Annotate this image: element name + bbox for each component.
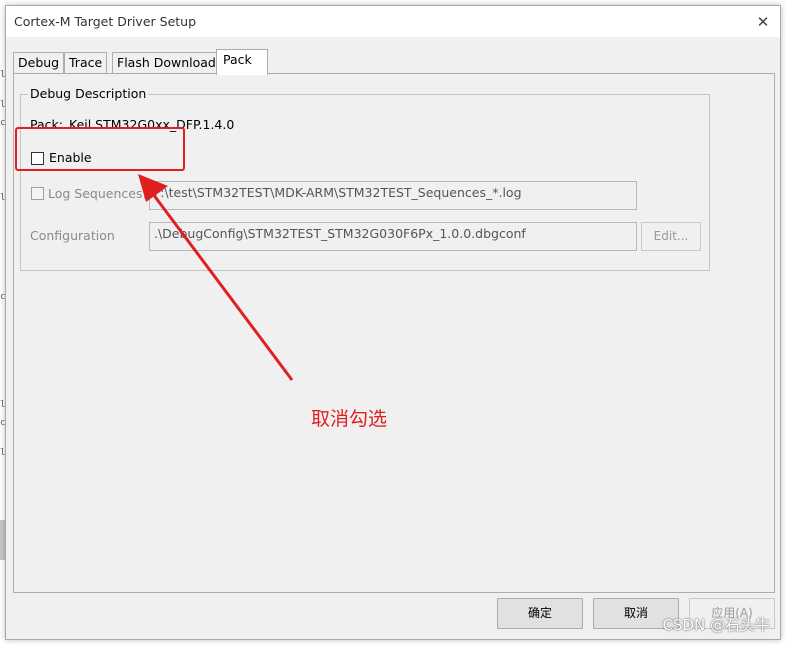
title-bar: Cortex-M Target Driver Setup ✕ xyxy=(6,6,780,37)
tab-flash-download[interactable]: Flash Download xyxy=(112,52,221,74)
tab-trace[interactable]: Trace xyxy=(64,52,108,74)
annotation-text: 取消勾选 xyxy=(311,408,388,430)
group-legend: Debug Description xyxy=(28,86,149,101)
ok-button[interactable]: 确定 xyxy=(497,598,583,629)
tab-debug[interactable]: Debug xyxy=(13,52,65,74)
target-driver-setup-dialog: Cortex-M Target Driver Setup ✕ Debug Tra… xyxy=(5,5,781,640)
debug-description-group: Debug Description Pack: Keil.STM32G0xx_D… xyxy=(20,86,710,271)
close-icon[interactable]: ✕ xyxy=(750,10,776,34)
annotation-highlight-box xyxy=(15,127,185,171)
watermark: CSDN @石头牛 xyxy=(662,616,770,634)
log-sequences-field[interactable]: F:\test\STM32TEST\MDK-ARM\STM32TEST_Sequ… xyxy=(149,181,637,210)
edit-button[interactable]: Edit... xyxy=(641,222,701,251)
configuration-field[interactable]: .\DebugConfig\STM32TEST_STM32G030F6Px_1.… xyxy=(149,222,637,251)
log-sequences-checkbox[interactable] xyxy=(31,187,44,200)
dialog-title: Cortex-M Target Driver Setup xyxy=(14,14,197,29)
configuration-label: Configuration xyxy=(30,228,115,243)
tab-pack[interactable]: Pack xyxy=(216,49,268,75)
log-sequences-label: Log Sequences: xyxy=(48,186,147,201)
